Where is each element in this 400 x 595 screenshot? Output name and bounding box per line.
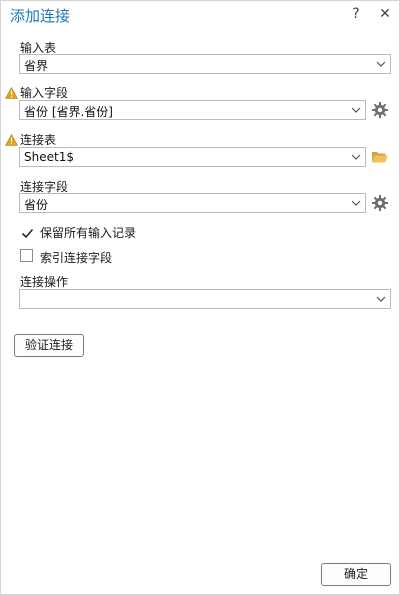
input-field-label: 输入字段 [20,86,69,100]
index-join-label: 索引连接字段 [40,251,113,265]
validate-join-button[interactable]: 验证连接 [14,334,84,357]
ok-button[interactable]: 确定 [321,563,391,586]
keep-all-checkbox[interactable] [20,224,34,239]
warning-icon [5,134,18,146]
checkmark-icon [21,228,34,239]
join-field-dropdown[interactable]: 省份 [19,193,366,213]
chevron-down-icon [376,296,386,302]
join-field-value: 省份 [24,198,49,212]
add-join-pane: 添加连接 ? ✕ 输入表 省界 输入字段 省份 [省界.省份] 连接表 Shee… [0,0,400,595]
chevron-down-icon [351,154,361,160]
index-join-checkbox[interactable] [20,249,33,262]
chevron-down-icon [351,200,361,206]
input-field-dropdown[interactable]: 省份 [省界.省份] [19,100,366,120]
help-button[interactable]: ? [348,6,364,22]
close-button[interactable]: ✕ [377,6,393,22]
folder-open-icon[interactable] [371,148,389,166]
gear-icon[interactable] [371,101,389,119]
warning-icon [5,87,18,99]
join-table-dropdown[interactable]: Sheet1$ [19,147,366,167]
input-field-value: 省份 [省界.省份] [24,105,113,119]
pane-title: 添加连接 [10,7,71,25]
input-table-value: 省界 [24,59,49,73]
join-operation-label: 连接操作 [20,275,69,289]
chevron-down-icon [376,61,386,67]
join-table-label: 连接表 [20,133,57,147]
gear-icon[interactable] [371,194,389,212]
keep-all-label: 保留所有输入记录 [40,226,137,240]
input-table-dropdown[interactable]: 省界 [19,54,391,74]
chevron-down-icon [351,107,361,113]
join-table-value: Sheet1$ [24,150,74,164]
join-operation-dropdown[interactable] [19,289,391,309]
